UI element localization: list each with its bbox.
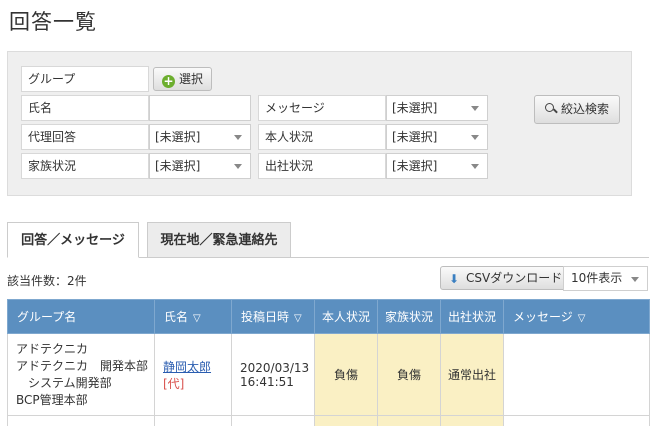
group-label: グループ [21, 66, 149, 92]
chevron-down-icon [471, 135, 479, 140]
chevron-down-icon [471, 106, 479, 111]
post-date: 2020/03/13 [240, 360, 310, 375]
plus-icon: + [162, 74, 175, 88]
page-size-select[interactable]: 10件表示 [563, 266, 648, 291]
column-header-group[interactable]: グループ名 [7, 299, 155, 334]
self-status-select-value: [未選択] [392, 130, 438, 144]
proxy-select[interactable]: [未選択] [149, 124, 251, 150]
self-status-select[interactable]: [未選択] [386, 124, 488, 150]
tab-location-contacts[interactable]: 現在地／緊急連絡先 [147, 222, 291, 258]
post-time: 16:41:51 [240, 374, 294, 389]
search-button-label: 絞込検索 [561, 102, 610, 116]
table-row [7, 415, 650, 426]
column-header-self-status[interactable]: 本人状況 [314, 299, 378, 334]
message-select[interactable]: [未選択] [386, 95, 488, 121]
group-line: システム開発部 [16, 375, 112, 390]
group-line: アドテクニカ 開発本部 [16, 358, 149, 373]
proxy-tag: [代] [163, 376, 185, 391]
name-link[interactable]: 静岡太郎 [163, 360, 211, 374]
download-icon [449, 268, 461, 290]
column-header-date[interactable]: 投稿日時 ▽ [231, 299, 315, 334]
self-status-cell: 負傷 [314, 333, 378, 416]
message-cell [503, 333, 650, 416]
filter-search-button[interactable]: 絞込検索 [534, 95, 621, 124]
family-label: 家族状況 [21, 153, 149, 179]
sort-icon: ▽ [193, 313, 201, 324]
group-line: アドテクニカ [16, 341, 89, 356]
column-header-name[interactable]: 氏名 ▽ [154, 299, 232, 334]
column-header-message[interactable]: メッセージ ▽ [503, 299, 650, 334]
table-row: アドテクニカ アドテクニカ 開発本部 システム開発部 BCP管理本部 静岡太郎 … [7, 333, 650, 416]
results-table: グループ名 氏名 ▽ 投稿日時 ▽ 本人状況 家族状況 出社状況 メッセージ ▽ アド… [7, 299, 650, 426]
message-select-value: [未選択] [392, 101, 438, 115]
family-select[interactable]: [未選択] [149, 153, 251, 179]
proxy-select-value: [未選択] [155, 130, 201, 144]
message-label: メッセージ [258, 95, 386, 121]
select-group-button[interactable]: + 選択 [153, 67, 213, 91]
column-header-office-status[interactable]: 出社状況 [440, 299, 504, 334]
chevron-down-icon [234, 135, 242, 140]
chevron-down-icon [471, 164, 479, 169]
date-cell: 2020/03/13 16:41:51 [231, 333, 315, 416]
group-cell: アドテクニカ アドテクニカ 開発本部 システム開発部 BCP管理本部 [7, 333, 155, 416]
table-header-row: グループ名 氏名 ▽ 投稿日時 ▽ 本人状況 家族状況 出社状況 メッセージ ▽ [7, 299, 650, 334]
group-line: BCP管理本部 [16, 392, 88, 407]
result-count: 該当件数：2件 [7, 274, 87, 288]
office-status-cell: 通常出社 [440, 333, 504, 416]
office-select-value: [未選択] [392, 159, 438, 173]
csv-download-button[interactable]: CSVダウンロード [440, 266, 572, 290]
name-label: 氏名 [21, 95, 149, 121]
tab-answers-messages[interactable]: 回答／メッセージ [7, 222, 139, 258]
name-cell: 静岡太郎 [代] [154, 333, 232, 416]
family-status-cell: 負傷 [377, 333, 441, 416]
chevron-down-icon [631, 277, 639, 282]
csv-button-label: CSVダウンロード [466, 271, 563, 285]
search-icon [545, 103, 556, 114]
chevron-down-icon [234, 164, 242, 169]
office-select[interactable]: [未選択] [386, 153, 488, 179]
page-size-value: 10件表示 [571, 271, 623, 285]
sort-icon: ▽ [294, 313, 302, 324]
name-input[interactable] [149, 95, 251, 121]
self-status-label: 本人状況 [258, 124, 386, 150]
page-title: 回答一覧 [9, 10, 97, 34]
proxy-label: 代理回答 [21, 124, 149, 150]
family-select-value: [未選択] [155, 159, 201, 173]
sort-icon: ▽ [577, 313, 586, 324]
filter-panel: グループ + 選択 氏名 メッセージ [未選択] 代理回答 [未選択] 本人状況 … [7, 51, 632, 196]
column-header-family-status[interactable]: 家族状況 [377, 299, 441, 334]
office-label: 出社状況 [258, 153, 386, 179]
select-button-label: 選択 [179, 72, 204, 86]
